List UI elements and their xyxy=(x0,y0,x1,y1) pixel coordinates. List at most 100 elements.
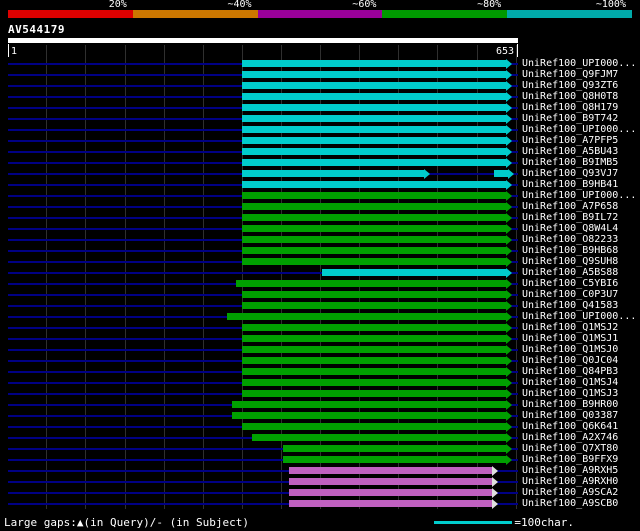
hit-accession-label[interactable]: UniRef100_Q6K641 xyxy=(522,421,618,432)
alignment-bar[interactable] xyxy=(241,423,506,430)
alignment-bar[interactable] xyxy=(241,137,506,144)
alignment-bar[interactable] xyxy=(493,170,509,177)
hit-accession-label[interactable]: UniRef100_A7P658 xyxy=(522,201,618,212)
alignment-bar[interactable] xyxy=(288,478,493,485)
alignment-bar[interactable] xyxy=(241,93,506,100)
alignment-bar[interactable] xyxy=(241,71,506,78)
hit-accession-label[interactable]: UniRef100_A9RXH5 xyxy=(522,465,618,476)
alignment-bar-arrowhead xyxy=(505,257,512,267)
hit-accession-label[interactable]: UniRef100_Q7XT80 xyxy=(522,443,618,454)
alignment-bar[interactable] xyxy=(241,192,506,199)
hit-accession-label[interactable]: UniRef100_A9SCA2 xyxy=(522,487,618,498)
hit-accession-label[interactable]: UniRef100_C0P3U7 xyxy=(522,289,618,300)
alignment-bar[interactable] xyxy=(241,159,506,166)
alignment-bar[interactable] xyxy=(252,434,506,441)
alignment-bar-arrowhead xyxy=(505,378,512,388)
alignment-bar[interactable] xyxy=(241,324,506,331)
hit-accession-label[interactable]: UniRef100_B9HR00 xyxy=(522,399,618,410)
alignment-bar-arrowhead xyxy=(505,125,512,135)
alignment-bar[interactable] xyxy=(288,489,493,496)
hit-accession-label[interactable]: UniRef100_UPI000... xyxy=(522,124,636,135)
hit-accession-label[interactable]: UniRef100_Q1MSJ2 xyxy=(522,322,618,333)
alignment-bar[interactable] xyxy=(227,313,506,320)
hit-accession-label[interactable]: UniRef100_Q1MSJ1 xyxy=(522,333,618,344)
alignment-bar-arrowhead xyxy=(505,81,512,91)
hit-accession-label[interactable]: UniRef100_B9FFX9 xyxy=(522,454,618,465)
alignment-bar[interactable] xyxy=(321,269,506,276)
hit-accession-label[interactable]: UniRef100_Q9FJM7 xyxy=(522,69,618,80)
alignment-row: UniRef100_B9IMB5 xyxy=(0,157,640,168)
alignment-bar[interactable] xyxy=(288,467,493,474)
alignment-bar[interactable] xyxy=(241,291,506,298)
hit-accession-label[interactable]: UniRef100_Q93VJ7 xyxy=(522,168,618,179)
alignment-bar[interactable] xyxy=(241,302,506,309)
alignment-bar[interactable] xyxy=(288,500,493,507)
hit-accession-label[interactable]: UniRef100_Q0JC04 xyxy=(522,355,618,366)
alignment-row: UniRef100_A9RXH0 xyxy=(0,476,640,487)
alignment-row: UniRef100_C5YBI6 xyxy=(0,278,640,289)
alignment-bar[interactable] xyxy=(241,335,506,342)
hit-accession-label[interactable]: UniRef100_Q41583 xyxy=(522,300,618,311)
hit-accession-label[interactable]: UniRef100_Q8W4L4 xyxy=(522,223,618,234)
alignment-bar[interactable] xyxy=(231,412,506,419)
alignment-bar[interactable] xyxy=(241,247,506,254)
alignment-bar[interactable] xyxy=(241,346,506,353)
alignment-bar[interactable] xyxy=(241,170,424,177)
alignment-bar[interactable] xyxy=(241,390,506,397)
scale-legend-line xyxy=(434,520,513,524)
alignment-bar[interactable] xyxy=(241,214,506,221)
alignment-row: UniRef100_Q7XT80 xyxy=(0,443,640,454)
alignment-bar[interactable] xyxy=(241,368,506,375)
alignment-bar[interactable] xyxy=(241,258,506,265)
hit-accession-label[interactable]: UniRef100_A5BS88 xyxy=(522,267,618,278)
alignment-bar[interactable] xyxy=(241,82,506,89)
hit-accession-label[interactable]: UniRef100_Q93ZT6 xyxy=(522,80,618,91)
alignment-bar[interactable] xyxy=(241,115,506,122)
alignment-bar-arrowhead xyxy=(505,136,512,146)
alignment-bar[interactable] xyxy=(241,126,506,133)
hit-accession-label[interactable]: UniRef100_A5BU43 xyxy=(522,146,618,157)
alignment-bar[interactable] xyxy=(241,203,506,210)
alignment-bar[interactable] xyxy=(236,280,506,287)
hit-accession-label[interactable]: UniRef100_Q9SUH8 xyxy=(522,256,618,267)
alignment-row: UniRef100_Q93ZT6 xyxy=(0,80,640,91)
alignment-bar-arrowhead xyxy=(492,488,499,498)
hit-accession-label[interactable]: UniRef100_B9T742 xyxy=(522,113,618,124)
hit-accession-label[interactable]: UniRef100_Q8H0T8 xyxy=(522,91,618,102)
hit-accession-label[interactable]: UniRef100_UPI000... xyxy=(522,190,636,201)
hit-accession-label[interactable]: UniRef100_B9IL72 xyxy=(522,212,618,223)
hit-accession-label[interactable]: UniRef100_A7PFP5 xyxy=(522,135,618,146)
alignment-bar[interactable] xyxy=(241,225,506,232)
hit-accession-label[interactable]: UniRef100_B9IMB5 xyxy=(522,157,618,168)
hit-accession-label[interactable]: UniRef100_Q84PB3 xyxy=(522,366,618,377)
hit-accession-label[interactable]: UniRef100_C5YBI6 xyxy=(522,278,618,289)
alignment-bar[interactable] xyxy=(241,148,506,155)
hit-accession-label[interactable]: UniRef100_A9RXH0 xyxy=(522,476,618,487)
hit-accession-label[interactable]: UniRef100_Q1MSJ4 xyxy=(522,377,618,388)
hit-accession-label[interactable]: UniRef100_UPI000... xyxy=(522,311,636,322)
hit-accession-label[interactable]: UniRef100_O82233 xyxy=(522,234,618,245)
scale-legend-text: =100char. xyxy=(514,515,574,529)
hit-accession-label[interactable]: UniRef100_B9HB41 xyxy=(522,179,618,190)
alignment-bar[interactable] xyxy=(282,445,506,452)
alignment-bar[interactable] xyxy=(241,379,506,386)
alignment-bar[interactable] xyxy=(241,236,506,243)
ruler-tick-end xyxy=(517,44,518,57)
hit-accession-label[interactable]: UniRef100_B9HB68 xyxy=(522,245,618,256)
alignment-bar[interactable] xyxy=(241,104,506,111)
hit-accession-label[interactable]: UniRef100_Q1MSJ3 xyxy=(522,388,618,399)
alignment-bar[interactable] xyxy=(241,181,506,188)
alignment-row: UniRef100_O82233 xyxy=(0,234,640,245)
alignment-bar[interactable] xyxy=(231,401,506,408)
alignment-bar[interactable] xyxy=(282,456,506,463)
hit-accession-label[interactable]: UniRef100_Q8H179 xyxy=(522,102,618,113)
hit-accession-label[interactable]: UniRef100_A9SCB0 xyxy=(522,498,618,509)
hit-accession-label[interactable]: UniRef100_Q1MSJ0 xyxy=(522,344,618,355)
scale-label: ~60% xyxy=(352,0,377,10)
scale-label: ~100% xyxy=(595,0,626,10)
hit-accession-label[interactable]: UniRef100_Q03387 xyxy=(522,410,618,421)
alignment-bar[interactable] xyxy=(241,357,506,364)
hit-accession-label[interactable]: UniRef100_A2X746 xyxy=(522,432,618,443)
alignment-bar[interactable] xyxy=(241,60,506,67)
hit-accession-label[interactable]: UniRef100_UPI000... xyxy=(522,58,636,69)
